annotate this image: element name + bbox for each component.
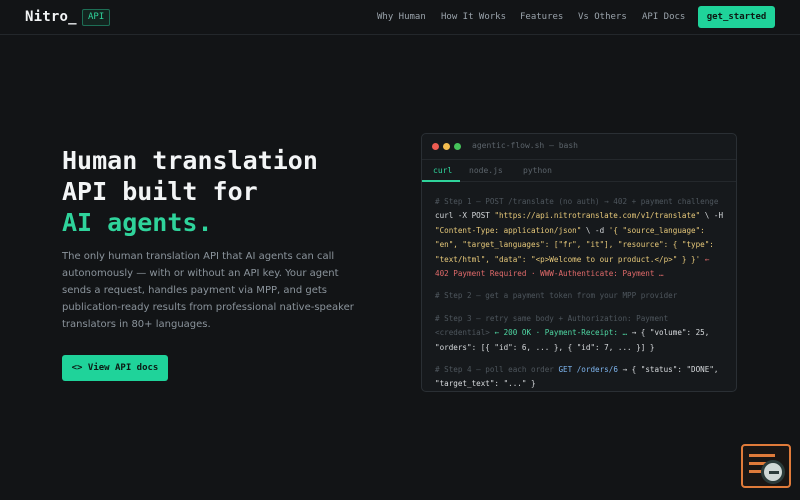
view-api-docs-button[interactable]: <> View API docs [62,355,168,381]
nav-link-features[interactable]: Features [520,12,563,22]
code-result-200: ← 200 OK · Payment-Receipt: … [489,328,628,338]
magnifier-icon [761,460,785,484]
minimize-dot-icon [443,143,450,150]
code-cmd: GET /orders/6 [558,365,618,375]
code-url: "https://api.nitrotranslate.com/v1/trans… [494,211,701,221]
close-dot-icon [432,143,439,150]
code-cmd: curl -X POST [435,211,495,221]
nav-links: Why Human How It Works Features Vs Other… [0,12,800,26]
hero-description: The only human translation API that AI a… [62,251,354,330]
get-started-button[interactable]: get_started [698,6,775,28]
search-list-icon[interactable] [741,444,791,488]
top-navbar: Nitro_ API Why Human How It Works Featur… [0,0,800,35]
nav-link-api-docs[interactable]: API Docs [642,12,685,22]
nav-link-how-it-works[interactable]: How It Works [441,12,506,22]
code-comment: # Step 1 — POST /translate (no auth) → 4… [435,197,719,206]
code-line: # Step 4 — poll each order GET /orders/6… [435,363,727,392]
code-header: "Content-Type: application/json" [435,225,582,235]
code-tabs: curl node.js python [422,160,736,182]
code-cmd: \ -d [581,225,609,235]
terminal-titlebar: agentic-flow.sh — bash [422,134,736,160]
hero-title: Human translation API built for AI agent… [62,145,392,238]
code-comment: # Step 4 — poll each order [435,365,559,375]
terminal-title: agentic-flow.sh — bash [472,141,578,150]
maximize-dot-icon [454,143,461,150]
active-tab-indicator [422,180,460,182]
code-line: # Step 3 — retry same body + Authorizati… [435,312,727,355]
hero-title-accent: AI agents. [62,208,213,237]
hero-title-line2: API built for [62,177,258,206]
code-cmd: \ -H [700,211,728,221]
hero-title-line1: Human translation [62,146,318,175]
nav-link-vs-others[interactable]: Vs Others [578,12,627,22]
code-comment: # Step 2 — get a payment token from your… [435,291,678,301]
tab-nodejs[interactable]: node.js [469,166,503,175]
tab-curl[interactable]: curl [433,166,452,175]
tab-python[interactable]: python [523,166,552,175]
code-line: curl -X POST "https://api.nitrotranslate… [435,209,727,281]
nav-link-why-human[interactable]: Why Human [377,12,426,22]
code-block: # Step 1 — POST /translate (no auth) → 4… [435,195,727,392]
